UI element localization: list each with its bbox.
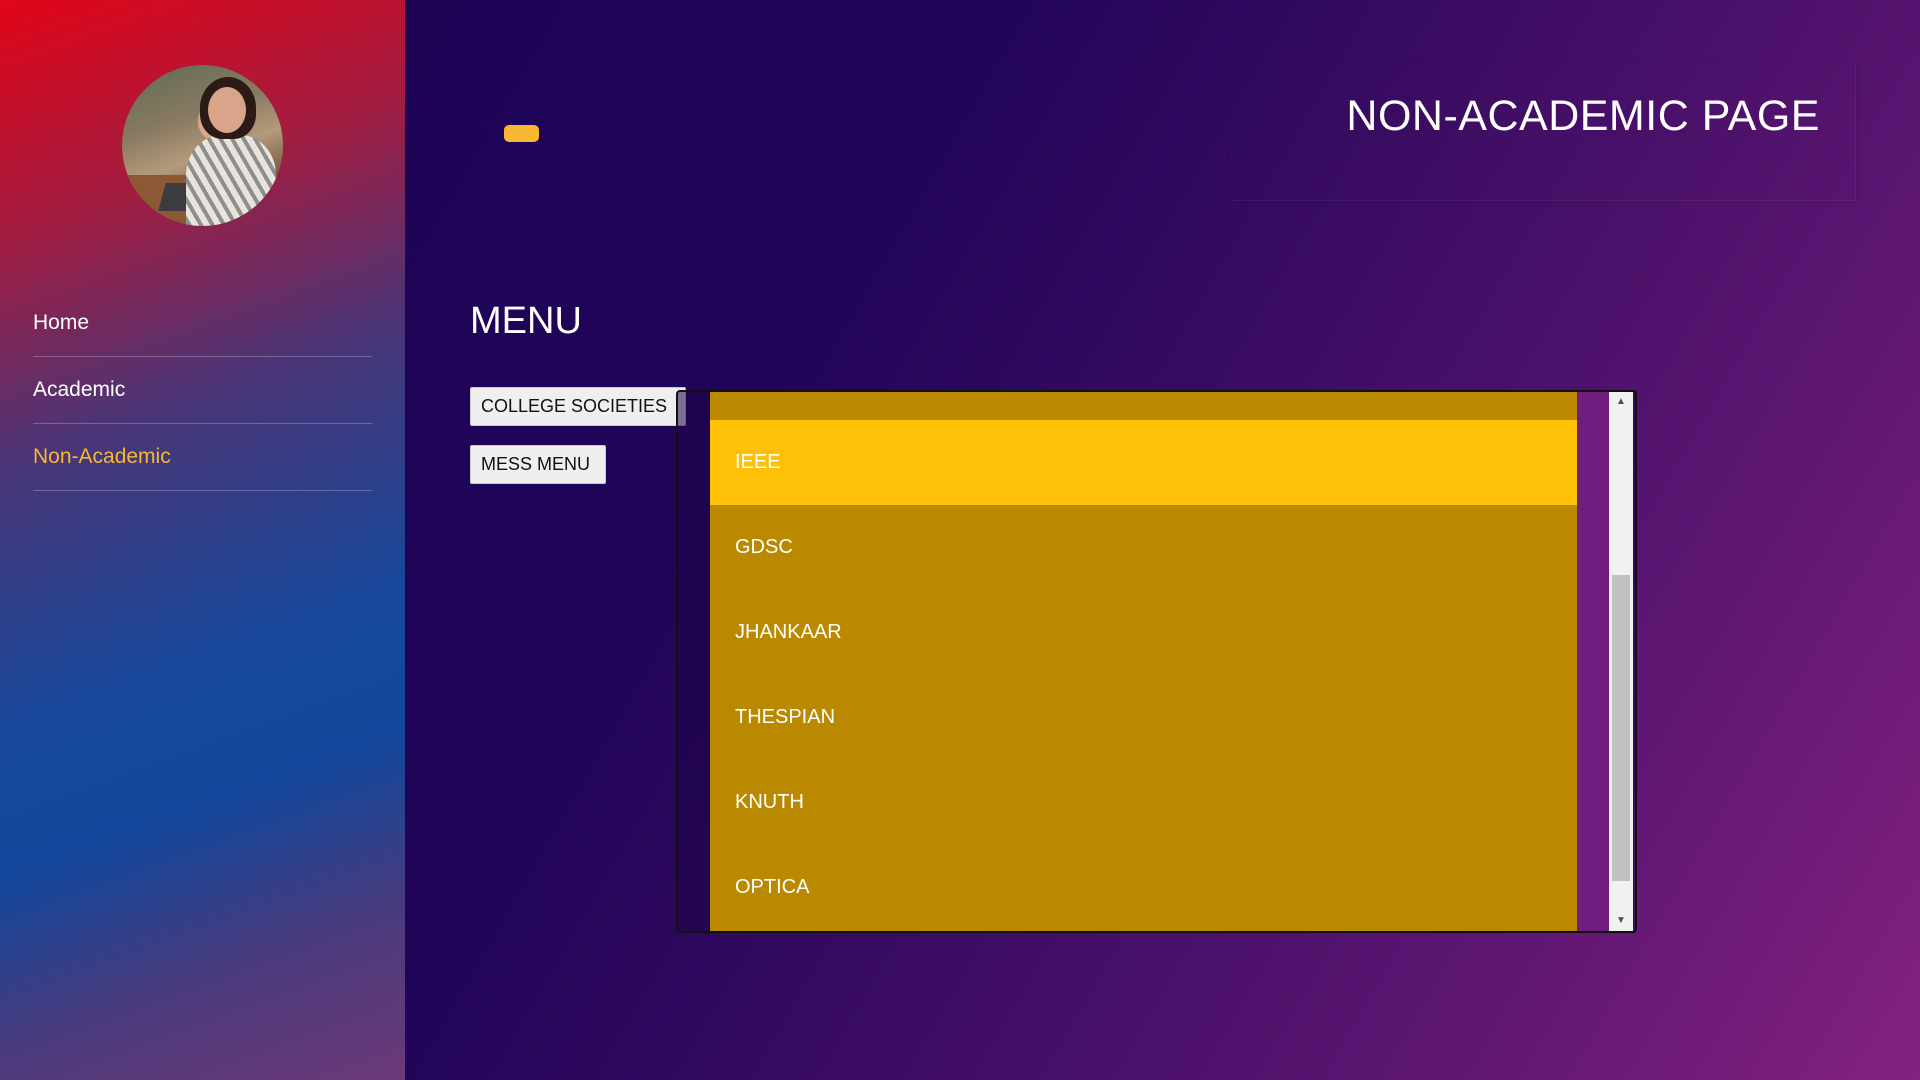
list-item-gdsc[interactable]: GDSC bbox=[710, 505, 1577, 590]
sidebar-nav: Home Academic Non-Academic bbox=[33, 290, 372, 491]
college-societies-button[interactable]: COLLEGE SOCIETIES bbox=[470, 387, 686, 426]
list-side-strip bbox=[1577, 392, 1609, 931]
list-item-jhankaar[interactable]: JHANKAAR bbox=[710, 590, 1577, 675]
scroll-thumb[interactable] bbox=[1612, 575, 1630, 881]
list-item-knuth[interactable]: KNUTH bbox=[710, 760, 1577, 845]
list-item-thespian[interactable]: THESPIAN bbox=[710, 675, 1577, 760]
list-item-optica[interactable]: OPTICA bbox=[710, 845, 1577, 930]
societies-list-panel: IEEE GDSC JHANKAAR THESPIAN KNUTH OPTICA… bbox=[676, 390, 1637, 933]
page-title: NON-ACADEMIC PAGE bbox=[1346, 92, 1820, 140]
chevron-down-icon[interactable]: ▼ bbox=[1609, 911, 1633, 931]
header: NON-ACADEMIC PAGE bbox=[1230, 65, 1856, 201]
sidebar-item-academic[interactable]: Academic bbox=[33, 357, 372, 424]
list-item-ieee[interactable]: IEEE bbox=[710, 420, 1577, 505]
avatar bbox=[122, 65, 283, 226]
chevron-up-icon[interactable]: ▲ bbox=[1609, 392, 1633, 412]
sidebar: Home Academic Non-Academic bbox=[0, 0, 405, 1080]
toggle-button[interactable] bbox=[504, 125, 539, 142]
scrollbar[interactable]: ▲ ▼ bbox=[1609, 392, 1633, 931]
sidebar-item-non-academic[interactable]: Non-Academic bbox=[33, 424, 372, 491]
mess-menu-button[interactable]: MESS MENU bbox=[470, 445, 606, 484]
societies-list: IEEE GDSC JHANKAAR THESPIAN KNUTH OPTICA bbox=[710, 392, 1577, 931]
sidebar-item-home[interactable]: Home bbox=[33, 290, 372, 357]
menu-heading: MENU bbox=[470, 300, 582, 342]
